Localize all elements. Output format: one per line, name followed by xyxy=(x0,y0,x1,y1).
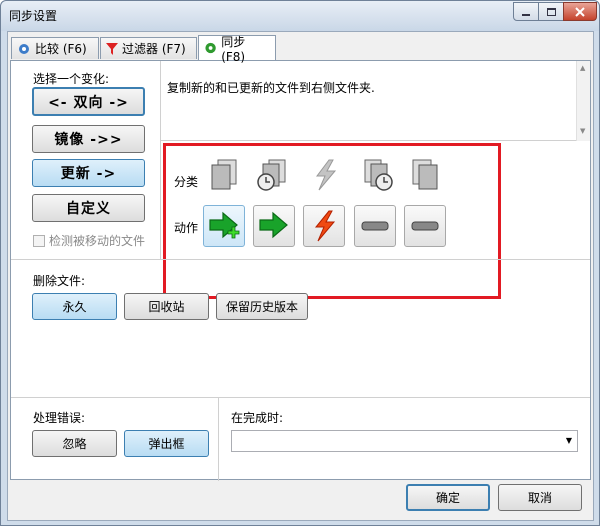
gear-green-icon xyxy=(205,42,216,54)
minimize-icon xyxy=(522,13,530,16)
title-bar[interactable]: 同步设置 xyxy=(1,1,599,31)
cancel-label: 取消 xyxy=(527,491,552,505)
tab-filter-label: 过滤器 (F7) xyxy=(122,42,186,56)
window-title: 同步设置 xyxy=(9,9,58,23)
close-button[interactable] xyxy=(563,2,597,21)
two-way-button[interactable]: <- 双向 -> xyxy=(32,87,145,116)
description-box: 复制新的和已更新的文件到右侧文件夹. ▲ ▼ xyxy=(161,61,590,141)
tab-sync[interactable]: 同步 (F8) xyxy=(198,35,276,64)
two-way-label: <- 双向 -> xyxy=(48,94,129,111)
ok-label: 确定 xyxy=(435,491,460,505)
error-heading: 处理错误: xyxy=(33,411,86,425)
sync-settings-window: 同步设置 比较 (F6) 过滤器 (F7) 同步 (F8) 选择一个变化: <-… xyxy=(0,0,600,526)
custom-label: 自定义 xyxy=(66,201,111,217)
divider-errors xyxy=(11,397,590,398)
mirror-label: 镜像 ->> xyxy=(54,132,123,148)
detect-moved-label: 检测被移动的文件 xyxy=(49,234,146,248)
sync-tab-panel: 选择一个变化: <- 双向 -> 镜像 ->> 更新 -> 自定义 检测被移动的… xyxy=(10,60,591,481)
cancel-button[interactable]: 取消 xyxy=(498,484,582,511)
tab-compare[interactable]: 比较 (F6) xyxy=(11,37,99,59)
chevron-down-icon[interactable]: ▼ xyxy=(566,436,572,445)
update-button[interactable]: 更新 -> xyxy=(32,159,145,187)
close-icon xyxy=(575,6,585,17)
recycle-bin-button[interactable]: 回收站 xyxy=(124,293,209,320)
on-completion-combobox[interactable]: ▼ xyxy=(231,430,578,452)
delete-permanent-label: 永久 xyxy=(62,300,87,314)
maximize-button[interactable] xyxy=(538,2,564,21)
gear-blue-icon xyxy=(19,43,29,54)
divider-deletion xyxy=(11,259,590,260)
versioning-label: 保留历史版本 xyxy=(225,300,298,314)
mirror-button[interactable]: 镜像 ->> xyxy=(32,125,145,153)
ignore-errors-label: 忽略 xyxy=(62,437,87,451)
ok-button[interactable]: 确定 xyxy=(406,484,490,511)
tab-filter[interactable]: 过滤器 (F7) xyxy=(100,37,197,59)
scroll-up-icon[interactable]: ▲ xyxy=(580,64,585,72)
tab-compare-label: 比较 (F6) xyxy=(35,42,87,56)
filter-red-icon xyxy=(106,42,118,55)
recycle-bin-label: 回收站 xyxy=(148,300,185,314)
update-label: 更新 -> xyxy=(60,166,117,182)
on-completion-heading: 在完成时: xyxy=(231,411,284,425)
scroll-down-icon[interactable]: ▼ xyxy=(580,127,585,135)
custom-button[interactable]: 自定义 xyxy=(32,194,145,222)
maximize-icon xyxy=(546,7,556,16)
versioning-button[interactable]: 保留历史版本 xyxy=(216,293,308,320)
dialog-client: 比较 (F6) 过滤器 (F7) 同步 (F8) 选择一个变化: <- 双向 -… xyxy=(7,31,594,521)
divider-bottom-vertical xyxy=(218,397,219,481)
deletion-heading: 删除文件: xyxy=(33,274,86,288)
variant-heading: 选择一个变化: xyxy=(33,72,110,86)
tab-sync-label: 同步 (F8) xyxy=(221,34,246,64)
minimize-button[interactable] xyxy=(513,2,539,21)
popup-errors-button[interactable]: 弹出框 xyxy=(124,430,209,457)
description-text: 复制新的和已更新的文件到右侧文件夹. xyxy=(167,81,375,95)
highlight-box xyxy=(163,143,501,299)
description-scrollbar[interactable]: ▲ ▼ xyxy=(576,61,590,141)
popup-errors-label: 弹出框 xyxy=(148,437,185,451)
detect-moved-checkbox[interactable]: 检测被移动的文件 xyxy=(33,232,145,249)
ignore-errors-button[interactable]: 忽略 xyxy=(32,430,117,457)
checkbox-box[interactable] xyxy=(33,234,45,247)
delete-permanent-button[interactable]: 永久 xyxy=(32,293,117,320)
